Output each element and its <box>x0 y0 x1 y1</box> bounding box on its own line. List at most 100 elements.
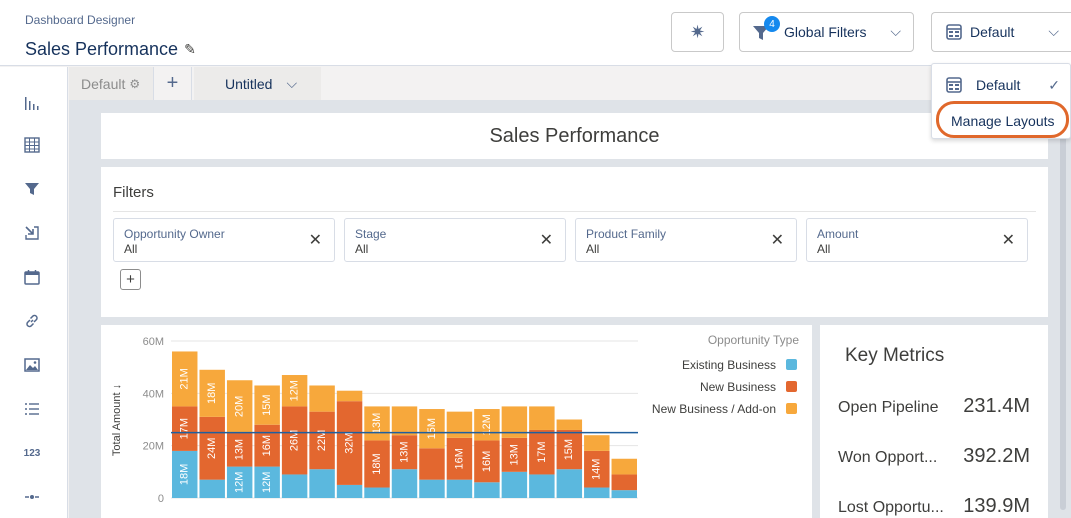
filter-label: Stage <box>355 227 387 241</box>
bar-segment <box>611 490 637 498</box>
legend-title: Opportunity Type <box>708 333 799 347</box>
compare-icon[interactable] <box>18 221 46 245</box>
filter-amount[interactable]: Amount All ✕ <box>806 218 1028 262</box>
image-icon[interactable] <box>18 353 46 377</box>
check-icon: ✓ <box>1048 76 1060 93</box>
filter-value: All <box>817 242 831 256</box>
add-filter-button[interactable]: + <box>120 269 141 290</box>
close-icon[interactable]: ✕ <box>309 230 322 250</box>
bar-data-label: 13M <box>371 413 383 434</box>
bar-segment <box>419 479 445 498</box>
global-filters-button[interactable]: 4 Global Filters ⌵ <box>739 12 914 52</box>
close-icon[interactable]: ✕ <box>540 230 553 250</box>
bar-data-label: 20M <box>234 396 246 417</box>
filter-label: Opportunity Owner <box>124 227 225 241</box>
plus-icon: + <box>126 271 135 288</box>
filters-heading: Filters <box>113 184 154 201</box>
canvas-scrollbar[interactable] <box>1060 130 1066 510</box>
gear-icon[interactable]: ⚙ <box>129 77 140 91</box>
plus-icon: + <box>166 72 179 94</box>
pencil-icon[interactable]: ✎ <box>184 41 196 58</box>
bar-segment <box>391 406 418 436</box>
bar-data-label: 16M <box>261 435 273 456</box>
legend-swatch <box>786 381 797 392</box>
bar-data-label: 32M <box>343 432 355 453</box>
filter-stage[interactable]: Stage All ✕ <box>344 218 566 262</box>
dashboard-title-widget[interactable]: Sales Performance <box>101 113 1048 159</box>
tab-untitled[interactable]: Untitled ⌵ <box>194 67 321 100</box>
layout-select-button[interactable]: Default ⌵ <box>931 12 1071 52</box>
dashboard-title[interactable]: Sales Performance ✎ <box>25 39 196 60</box>
metric-row: Lost Opportu... 139.9M <box>838 491 1038 518</box>
bar-segment <box>446 479 473 498</box>
tab-label: Untitled <box>225 75 273 92</box>
widget-toolbar: 123 <box>0 67 68 518</box>
layout-menu-item-default[interactable]: Default ✓ <box>932 68 1071 102</box>
legend-label: New Business <box>700 380 776 394</box>
filter-icon: 4 <box>752 16 780 42</box>
app-subtitle: Dashboard Designer <box>25 13 136 27</box>
bar-segment <box>391 469 418 498</box>
calendar-icon[interactable] <box>18 265 46 289</box>
bar-data-label: 14M <box>591 459 603 480</box>
bar-segment <box>611 458 637 475</box>
bar-segment <box>611 474 637 491</box>
layout-menu-label: Default <box>976 77 1021 93</box>
close-icon[interactable]: ✕ <box>1002 230 1015 250</box>
metric-label: Lost Opportu... <box>838 499 944 516</box>
filter-icon[interactable] <box>18 177 46 201</box>
filter-value: All <box>586 242 600 256</box>
metric-row: Won Opport... 392.2M <box>838 441 1038 471</box>
bar-segment <box>336 484 363 498</box>
legend-swatch <box>786 403 797 414</box>
bar-segment <box>364 487 390 498</box>
add-page-button[interactable]: + <box>153 67 192 100</box>
chart-icon[interactable] <box>18 91 46 115</box>
dashboard-title-text: Sales Performance <box>25 39 179 59</box>
chart-widget[interactable]: Total Amount ↓ 0 20M 40M 60M 18M 17M 21M 24M 18M 1… <box>101 325 812 518</box>
close-icon[interactable]: ✕ <box>771 230 784 250</box>
designer-header: Dashboard Designer Sales Performance ✎ ✷… <box>0 0 1071 66</box>
legend-label: New Business / Add-on <box>652 402 776 416</box>
filter-product-family[interactable]: Product Family All ✕ <box>575 218 797 262</box>
y-tick-label: 60M <box>143 336 164 348</box>
number-icon[interactable]: 123 <box>18 441 46 465</box>
bar-data-label: 24M <box>206 438 218 459</box>
metric-value: 231.4M <box>963 395 1030 417</box>
filters-widget[interactable]: Filters Opportunity Owner All ✕ Stage Al… <box>101 167 1048 317</box>
bar-segment <box>584 487 610 498</box>
bar-segment <box>556 469 583 498</box>
layout-icon <box>946 24 962 40</box>
filter-label: Amount <box>817 227 859 241</box>
filter-label: Product Family <box>586 227 667 241</box>
metric-label: Open Pipeline <box>838 399 939 416</box>
bar-data-label: 13M <box>508 444 520 465</box>
chevron-down-icon: ⌵ <box>890 23 901 39</box>
filter-opportunity-owner[interactable]: Opportunity Owner All ✕ <box>113 218 335 262</box>
table-icon[interactable] <box>18 133 46 157</box>
bar-segment <box>281 474 308 498</box>
bar-data-label: 17M <box>179 418 191 439</box>
key-metrics-widget[interactable]: Key Metrics Open Pipeline 231.4M Won Opp… <box>820 325 1048 518</box>
bar-segment <box>309 469 335 498</box>
divider-icon[interactable] <box>18 485 46 509</box>
theme-button[interactable]: ✷ <box>671 12 724 52</box>
link-icon[interactable] <box>18 309 46 333</box>
bar-segment <box>419 448 445 480</box>
bar-data-label: 18M <box>179 464 191 485</box>
chevron-down-icon: ⌵ <box>1048 23 1059 39</box>
list-icon[interactable] <box>18 397 46 421</box>
bar-segment <box>199 479 225 498</box>
bar-segment <box>336 390 363 402</box>
filter-value: All <box>355 242 369 256</box>
manage-layouts-menu-item[interactable]: Manage Layouts <box>932 104 1071 138</box>
divider <box>113 211 1036 212</box>
y-axis-label: Total Amount ↓ <box>111 384 123 456</box>
y-tick-label: 20M <box>143 441 164 453</box>
bar-segment <box>584 435 610 451</box>
bar-data-label: 13M <box>234 439 246 460</box>
metric-value: 392.2M <box>963 445 1030 467</box>
bar-data-label: 18M <box>206 383 218 404</box>
tab-default[interactable]: Default ⚙ <box>69 67 153 100</box>
bar-segment <box>446 411 473 438</box>
